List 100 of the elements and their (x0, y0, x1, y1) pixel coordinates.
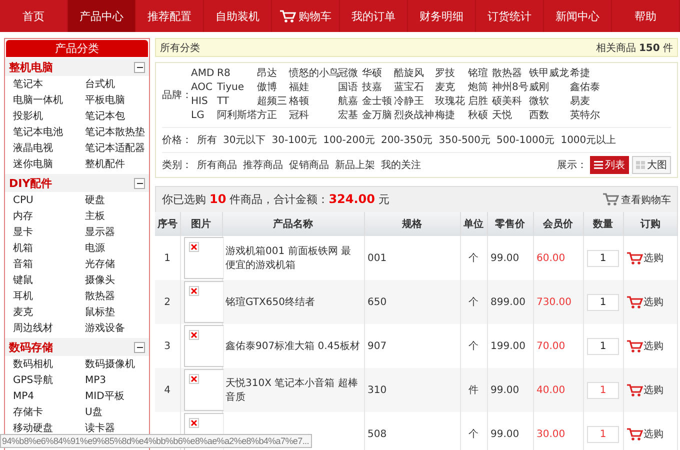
brand-link[interactable]: 国语 (338, 81, 362, 95)
category-link[interactable]: 游戏设备 (85, 321, 155, 337)
nav-tab[interactable]: 推荐配置 (136, 0, 204, 32)
category-link[interactable]: 鼠标垫 (85, 305, 155, 321)
category-link[interactable]: 电脑一体机 (13, 93, 85, 109)
category-link[interactable]: CPU (13, 193, 85, 209)
brand-link[interactable]: 蓝宝石 (394, 81, 435, 95)
category-title[interactable]: 数码存储 (9, 340, 53, 354)
type-link[interactable]: 新品上架 (335, 158, 375, 172)
category-link[interactable]: 笔记本适配器 (85, 141, 155, 157)
brand-link[interactable]: LG (191, 109, 217, 123)
collapse-button[interactable] (134, 342, 145, 352)
brand-link[interactable]: 英特尔 (570, 109, 600, 123)
type-link[interactable]: 推荐商品 (243, 158, 283, 172)
brand-link[interactable]: 天悦 (492, 109, 529, 123)
nav-tab[interactable]: 新闻中心 (544, 0, 612, 32)
category-link[interactable]: 笔记本散热垫 (85, 125, 155, 141)
type-link[interactable]: 我的关注 (381, 158, 421, 172)
price-link[interactable]: 所有 (197, 133, 217, 147)
brand-link[interactable]: 易麦 (570, 95, 600, 109)
brand-link[interactable]: 宏基 (338, 109, 362, 123)
brand-link[interactable]: 微软 (529, 95, 570, 109)
brand-link[interactable]: 散热器 (492, 67, 529, 81)
buy-button[interactable]: 选购 (626, 251, 664, 265)
category-link[interactable]: 显卡 (13, 225, 85, 241)
nav-tab[interactable]: 产品中心 (68, 0, 136, 32)
category-link[interactable]: 耳机 (13, 289, 85, 305)
brand-link[interactable]: 酷旋风 (394, 67, 435, 81)
category-link[interactable]: 数码摄像机 (85, 357, 155, 373)
category-link[interactable]: 存储卡 (13, 405, 85, 421)
category-link[interactable]: 音箱 (13, 257, 85, 273)
brand-link[interactable]: 方正 (257, 109, 289, 123)
quantity-field[interactable]: 1 (587, 338, 619, 354)
brand-link[interactable]: AMD (191, 67, 217, 81)
brand-link[interactable]: 愤怒的小鸟 (289, 67, 338, 81)
price-link[interactable]: 100-200元 (323, 133, 375, 147)
brand-link[interactable]: 梅捷 (435, 109, 468, 123)
quantity-field[interactable]: 1 (587, 426, 619, 442)
brand-link[interactable]: 希捷 (570, 67, 600, 81)
brand-link[interactable]: 西数 (529, 109, 570, 123)
type-link[interactable]: 促销商品 (289, 158, 329, 172)
buy-button[interactable]: 选购 (626, 339, 664, 353)
category-link[interactable]: 迷你电脑 (13, 157, 85, 173)
brand-link[interactable]: 航嘉 (338, 95, 362, 109)
brand-link[interactable]: 玫瑰花 (435, 95, 468, 109)
nav-tab[interactable]: 订货统计 (476, 0, 544, 32)
brand-link[interactable]: 秋硕 (468, 109, 492, 123)
category-link[interactable]: 笔记本电池 (13, 125, 85, 141)
brand-link[interactable]: AOC (191, 81, 217, 95)
category-link[interactable]: 麦克 (13, 305, 85, 321)
category-link[interactable]: 显示器 (85, 225, 155, 241)
category-link[interactable]: 笔记本包 (85, 109, 155, 125)
category-link[interactable]: 读卡器 (85, 421, 155, 437)
nav-tab[interactable]: 财务明细 (408, 0, 476, 32)
product-name[interactable]: 游戏机箱001 前面板铁网 最便宜的游戏机箱 (226, 244, 360, 272)
brand-link[interactable]: 威刚 (529, 81, 570, 95)
brand-link[interactable]: 金士顿 (362, 95, 394, 109)
category-title[interactable]: 整机电脑 (9, 60, 53, 74)
price-link[interactable]: 1000元以上 (560, 133, 616, 147)
brand-link[interactable]: 硕美科 (492, 95, 529, 109)
nav-tab[interactable]: 帮助 (612, 0, 680, 32)
category-link[interactable]: 主板 (85, 209, 155, 225)
category-link[interactable]: 周边线材 (13, 321, 85, 337)
category-title[interactable]: DIY配件 (9, 176, 52, 190)
brand-link[interactable]: 技嘉 (362, 81, 394, 95)
category-link[interactable]: 光存储 (85, 257, 155, 273)
brand-link[interactable]: 超频三 (257, 95, 289, 109)
brand-link[interactable]: 冷静王 (394, 95, 435, 109)
category-link[interactable]: MP4 (13, 389, 85, 405)
category-link[interactable]: 投影机 (13, 109, 85, 125)
brand-link[interactable]: 冠微 (338, 67, 362, 81)
brand-link[interactable]: 冠科 (289, 109, 338, 123)
brand-link[interactable]: R8 (217, 67, 257, 81)
category-link[interactable]: 机箱 (13, 241, 85, 257)
category-link[interactable]: 液晶电视 (13, 141, 85, 157)
collapse-button[interactable] (134, 178, 145, 188)
price-link[interactable]: 30元以下 (223, 133, 266, 147)
breadcrumb[interactable]: 所有分类 (160, 40, 200, 54)
collapse-button[interactable] (134, 62, 145, 72)
brand-link[interactable]: 华硕 (362, 67, 394, 81)
category-link[interactable]: MP3 (85, 373, 155, 389)
brand-link[interactable]: TT (217, 95, 257, 109)
category-link[interactable]: 散热器 (85, 289, 155, 305)
brand-link[interactable]: 启胜 (468, 95, 492, 109)
product-name[interactable]: 鑫佑泰907标准大箱 0.45板材 (226, 339, 360, 353)
category-link[interactable]: 电源 (85, 241, 155, 257)
category-link[interactable]: 移动硬盘 (13, 421, 85, 437)
category-link[interactable]: GPS导航 (13, 373, 85, 389)
quantity-field[interactable]: 1 (587, 294, 619, 310)
type-link[interactable]: 所有商品 (197, 158, 237, 172)
price-link[interactable]: 350-500元 (438, 133, 491, 147)
nav-tab[interactable]: 购物车 (272, 0, 340, 32)
brand-link[interactable]: 昂达 (257, 67, 289, 81)
category-link[interactable]: 键鼠 (13, 273, 85, 289)
category-link[interactable]: 平板电脑 (85, 93, 155, 109)
category-link[interactable]: 数码相机 (13, 357, 85, 373)
brand-link[interactable]: 福娃 (289, 81, 338, 95)
category-link[interactable]: 内存 (13, 209, 85, 225)
price-link[interactable]: 500-1000元 (496, 133, 555, 147)
brand-link[interactable]: 格顿 (289, 95, 338, 109)
